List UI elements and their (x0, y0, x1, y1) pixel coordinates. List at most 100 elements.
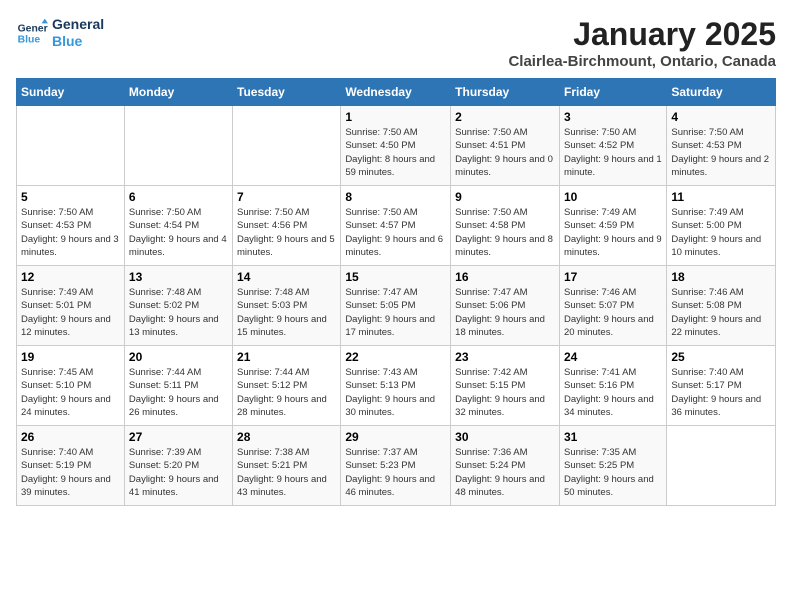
logo: General Blue General Blue (16, 16, 104, 50)
table-row: 23 Sunrise: 7:42 AM Sunset: 5:15 PM Dayl… (451, 346, 560, 426)
table-row (667, 426, 776, 506)
day-number: 23 (455, 350, 555, 364)
day-detail: Sunrise: 7:40 AM Sunset: 5:17 PM Dayligh… (671, 366, 771, 419)
day-detail: Sunrise: 7:48 AM Sunset: 5:03 PM Dayligh… (237, 286, 336, 339)
day-number: 15 (345, 270, 446, 284)
calendar-week-row: 19 Sunrise: 7:45 AM Sunset: 5:10 PM Dayl… (17, 346, 776, 426)
day-number: 19 (21, 350, 120, 364)
logo-icon: General Blue (16, 17, 48, 49)
day-detail: Sunrise: 7:35 AM Sunset: 5:25 PM Dayligh… (564, 446, 662, 499)
table-row: 19 Sunrise: 7:45 AM Sunset: 5:10 PM Dayl… (17, 346, 125, 426)
day-number: 20 (129, 350, 228, 364)
day-number: 2 (455, 110, 555, 124)
table-row: 22 Sunrise: 7:43 AM Sunset: 5:13 PM Dayl… (341, 346, 451, 426)
table-row: 26 Sunrise: 7:40 AM Sunset: 5:19 PM Dayl… (17, 426, 125, 506)
day-detail: Sunrise: 7:47 AM Sunset: 5:06 PM Dayligh… (455, 286, 555, 339)
day-detail: Sunrise: 7:50 AM Sunset: 4:51 PM Dayligh… (455, 126, 555, 179)
day-detail: Sunrise: 7:42 AM Sunset: 5:15 PM Dayligh… (455, 366, 555, 419)
day-number: 18 (671, 270, 771, 284)
table-row: 2 Sunrise: 7:50 AM Sunset: 4:51 PM Dayli… (451, 106, 560, 186)
table-row: 16 Sunrise: 7:47 AM Sunset: 5:06 PM Dayl… (451, 266, 560, 346)
day-number: 13 (129, 270, 228, 284)
day-number: 12 (21, 270, 120, 284)
day-number: 31 (564, 430, 662, 444)
calendar-table: Sunday Monday Tuesday Wednesday Thursday… (16, 78, 776, 506)
table-row: 5 Sunrise: 7:50 AM Sunset: 4:53 PM Dayli… (17, 186, 125, 266)
day-detail: Sunrise: 7:36 AM Sunset: 5:24 PM Dayligh… (455, 446, 555, 499)
page-header: General Blue General Blue January 2025 C… (16, 16, 776, 70)
table-row: 15 Sunrise: 7:47 AM Sunset: 5:05 PM Dayl… (341, 266, 451, 346)
day-detail: Sunrise: 7:47 AM Sunset: 5:05 PM Dayligh… (345, 286, 446, 339)
calendar-week-row: 26 Sunrise: 7:40 AM Sunset: 5:19 PM Dayl… (17, 426, 776, 506)
table-row: 20 Sunrise: 7:44 AM Sunset: 5:11 PM Dayl… (124, 346, 232, 426)
table-row: 30 Sunrise: 7:36 AM Sunset: 5:24 PM Dayl… (451, 426, 560, 506)
day-detail: Sunrise: 7:49 AM Sunset: 5:00 PM Dayligh… (671, 206, 771, 259)
day-detail: Sunrise: 7:40 AM Sunset: 5:19 PM Dayligh… (21, 446, 120, 499)
day-number: 21 (237, 350, 336, 364)
day-number: 28 (237, 430, 336, 444)
day-number: 22 (345, 350, 446, 364)
day-detail: Sunrise: 7:50 AM Sunset: 4:50 PM Dayligh… (345, 126, 446, 179)
table-row: 24 Sunrise: 7:41 AM Sunset: 5:16 PM Dayl… (559, 346, 666, 426)
table-row: 14 Sunrise: 7:48 AM Sunset: 5:03 PM Dayl… (233, 266, 341, 346)
table-row: 13 Sunrise: 7:48 AM Sunset: 5:02 PM Dayl… (124, 266, 232, 346)
calendar-week-row: 12 Sunrise: 7:49 AM Sunset: 5:01 PM Dayl… (17, 266, 776, 346)
logo-text-blue: Blue (52, 33, 104, 50)
table-row: 4 Sunrise: 7:50 AM Sunset: 4:53 PM Dayli… (667, 106, 776, 186)
day-number: 4 (671, 110, 771, 124)
table-row: 9 Sunrise: 7:50 AM Sunset: 4:58 PM Dayli… (451, 186, 560, 266)
svg-text:General: General (18, 23, 48, 34)
header-sunday: Sunday (17, 79, 125, 106)
calendar-week-row: 5 Sunrise: 7:50 AM Sunset: 4:53 PM Dayli… (17, 186, 776, 266)
table-row: 28 Sunrise: 7:38 AM Sunset: 5:21 PM Dayl… (233, 426, 341, 506)
day-detail: Sunrise: 7:39 AM Sunset: 5:20 PM Dayligh… (129, 446, 228, 499)
table-row: 11 Sunrise: 7:49 AM Sunset: 5:00 PM Dayl… (667, 186, 776, 266)
day-detail: Sunrise: 7:46 AM Sunset: 5:07 PM Dayligh… (564, 286, 662, 339)
calendar-title: January 2025 (508, 16, 776, 53)
table-row: 3 Sunrise: 7:50 AM Sunset: 4:52 PM Dayli… (559, 106, 666, 186)
day-detail: Sunrise: 7:46 AM Sunset: 5:08 PM Dayligh… (671, 286, 771, 339)
table-row: 31 Sunrise: 7:35 AM Sunset: 5:25 PM Dayl… (559, 426, 666, 506)
day-detail: Sunrise: 7:50 AM Sunset: 4:52 PM Dayligh… (564, 126, 662, 179)
table-row: 21 Sunrise: 7:44 AM Sunset: 5:12 PM Dayl… (233, 346, 341, 426)
header-tuesday: Tuesday (233, 79, 341, 106)
day-number: 25 (671, 350, 771, 364)
day-number: 10 (564, 190, 662, 204)
day-number: 24 (564, 350, 662, 364)
day-detail: Sunrise: 7:38 AM Sunset: 5:21 PM Dayligh… (237, 446, 336, 499)
header-friday: Friday (559, 79, 666, 106)
day-detail: Sunrise: 7:50 AM Sunset: 4:56 PM Dayligh… (237, 206, 336, 259)
day-detail: Sunrise: 7:44 AM Sunset: 5:11 PM Dayligh… (129, 366, 228, 419)
table-row: 27 Sunrise: 7:39 AM Sunset: 5:20 PM Dayl… (124, 426, 232, 506)
day-detail: Sunrise: 7:41 AM Sunset: 5:16 PM Dayligh… (564, 366, 662, 419)
day-number: 26 (21, 430, 120, 444)
table-row (233, 106, 341, 186)
header-wednesday: Wednesday (341, 79, 451, 106)
header-monday: Monday (124, 79, 232, 106)
day-detail: Sunrise: 7:45 AM Sunset: 5:10 PM Dayligh… (21, 366, 120, 419)
table-row: 12 Sunrise: 7:49 AM Sunset: 5:01 PM Dayl… (17, 266, 125, 346)
table-row: 18 Sunrise: 7:46 AM Sunset: 5:08 PM Dayl… (667, 266, 776, 346)
table-row: 1 Sunrise: 7:50 AM Sunset: 4:50 PM Dayli… (341, 106, 451, 186)
day-number: 14 (237, 270, 336, 284)
title-section: January 2025 Clairlea-Birchmount, Ontari… (508, 16, 776, 70)
calendar-week-row: 1 Sunrise: 7:50 AM Sunset: 4:50 PM Dayli… (17, 106, 776, 186)
table-row: 29 Sunrise: 7:37 AM Sunset: 5:23 PM Dayl… (341, 426, 451, 506)
table-row: 25 Sunrise: 7:40 AM Sunset: 5:17 PM Dayl… (667, 346, 776, 426)
day-number: 5 (21, 190, 120, 204)
logo-text-general: General (52, 16, 104, 33)
header-saturday: Saturday (667, 79, 776, 106)
table-row: 10 Sunrise: 7:49 AM Sunset: 4:59 PM Dayl… (559, 186, 666, 266)
table-row (124, 106, 232, 186)
header-thursday: Thursday (451, 79, 560, 106)
day-number: 6 (129, 190, 228, 204)
table-row: 8 Sunrise: 7:50 AM Sunset: 4:57 PM Dayli… (341, 186, 451, 266)
day-detail: Sunrise: 7:49 AM Sunset: 4:59 PM Dayligh… (564, 206, 662, 259)
day-number: 8 (345, 190, 446, 204)
day-number: 1 (345, 110, 446, 124)
weekday-header-row: Sunday Monday Tuesday Wednesday Thursday… (17, 79, 776, 106)
day-detail: Sunrise: 7:50 AM Sunset: 4:58 PM Dayligh… (455, 206, 555, 259)
table-row: 17 Sunrise: 7:46 AM Sunset: 5:07 PM Dayl… (559, 266, 666, 346)
calendar-subtitle: Clairlea-Birchmount, Ontario, Canada (508, 53, 776, 70)
day-number: 16 (455, 270, 555, 284)
